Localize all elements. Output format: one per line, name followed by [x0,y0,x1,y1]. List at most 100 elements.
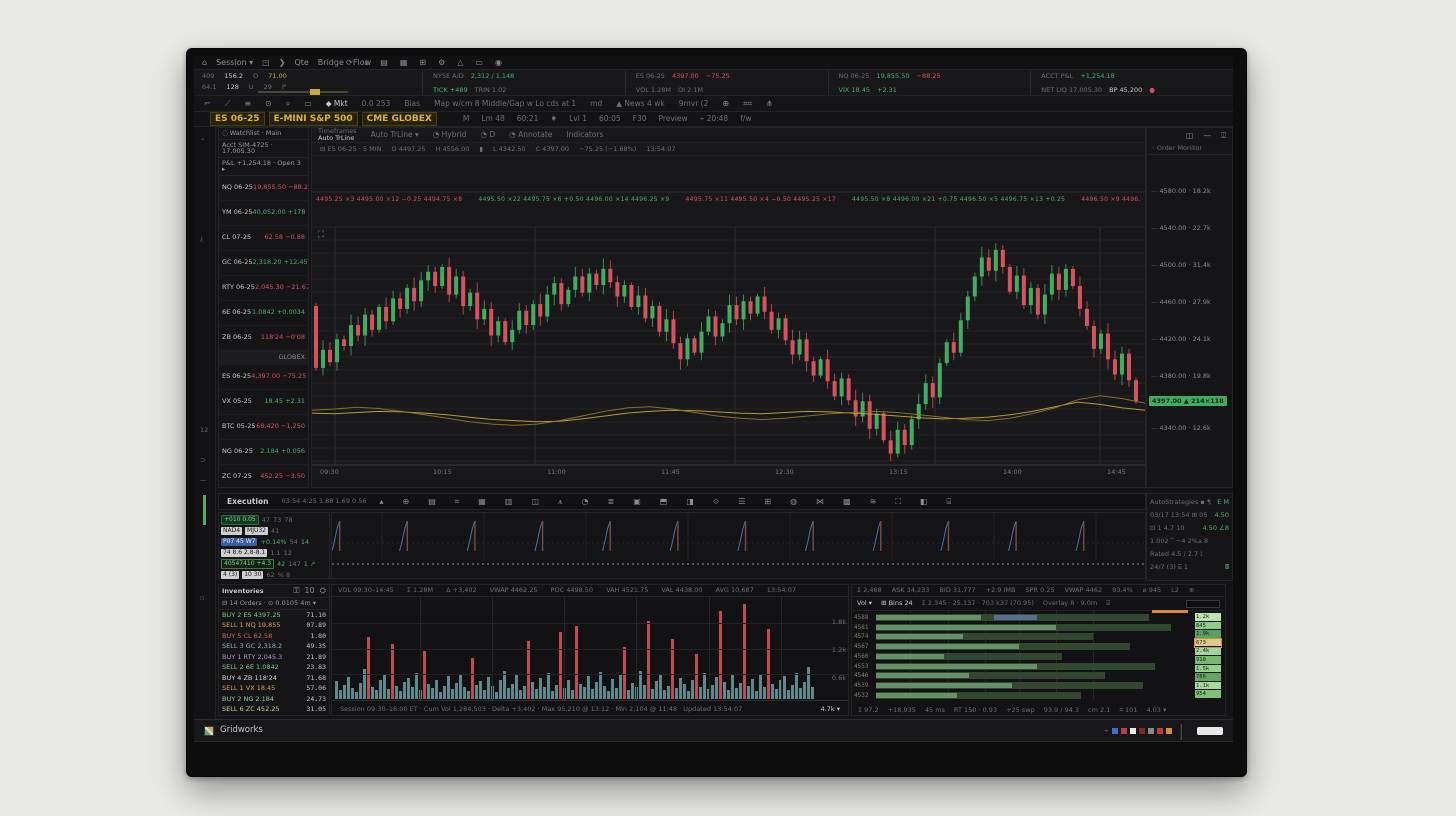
toolbar-icon[interactable]: ≋ [870,497,877,506]
toolbar-icon[interactable]: ☰ [738,497,745,506]
record-icon[interactable]: ◉ [495,58,502,68]
symbol-title-chunk[interactable]: E-MINI S&P 500 [269,112,358,126]
levels-tool-icon[interactable]: ≡ [244,100,251,108]
order-row[interactable]: SELL 2 6E 1.084223.83 [219,662,329,673]
orders-header-icon[interactable]: ⚿ [293,587,299,595]
chart-tool-icon[interactable]: ⛶ [318,230,324,240]
toolbar-icon[interactable]: ⌸ [946,497,951,507]
toolbar-icon[interactable]: ⟐ [713,497,719,507]
watchlist-row[interactable]: NQ 06-2519,855.50 −88.25 [219,176,308,201]
signal-row[interactable]: 4 (3)10 3062% 8 [221,570,327,580]
watchlist-row[interactable]: CL 07-2562.58 −0.88 [219,226,308,251]
strategy-row[interactable]: ⊡ 1 4.7 104.50 ∠8 [1150,522,1229,535]
menu-bridge[interactable]: Bridge [318,59,344,67]
rail-glyph[interactable]: ⊃ [200,457,205,464]
signal-row[interactable]: 40547410 +4.3421471 ↗ [221,559,327,569]
toolbar-icon[interactable]: ◔ [582,497,589,506]
toolbar-icon[interactable]: ▤ [428,497,436,506]
toolbar-icon[interactable]: ⩚ [558,497,563,507]
watchlist-row[interactable]: YM 06-2540,052.00 +178 [219,201,308,226]
slider-handle[interactable] [310,89,320,95]
watchlist-meta[interactable]: P&L +1,254.18 · Open 3 ▸ [219,158,308,176]
watchlist-row[interactable]: GC 06-252,318.20 +12.45 [219,251,308,276]
toolbar-icon[interactable]: ⋈ [816,497,824,506]
tick-chart-panel[interactable] [331,512,1146,579]
signal-row[interactable]: +010 0.05477378 [221,515,327,525]
price-panel-icon[interactable]: — [1203,131,1211,141]
home-icon[interactable]: ⌂ [202,59,207,67]
watchlist-title[interactable]: ◌ Watchlist · Main [219,128,308,140]
layout-icon[interactable]: ◳ [262,59,270,67]
quote-block-0[interactable]: NYSE A/D2,312 / 1,148TICK +489TRIN 1.02 [422,70,625,95]
depth-control[interactable]: ⊞ Bins 24 [881,600,913,607]
dom-ladder-cell[interactable]: 673 [1195,639,1221,648]
rail-glyph[interactable]: ▫ [200,595,204,602]
download-icon[interactable]: ⤓ [365,58,369,68]
order-row[interactable]: BUY 5 CL 62.581.80 [219,631,329,642]
strategy-row[interactable]: AutoStrategies ▪ ¶E M [1150,496,1229,509]
zoom-tool-icon[interactable]: ⌕ [286,100,290,108]
toolbar-icon[interactable]: ⛶ [895,497,901,507]
left-rail[interactable]: ⌄¿12⊃—▫ [194,127,216,719]
rail-glyph[interactable]: ¿ [200,235,203,242]
orders-subheader[interactable]: ⊟ 14 Orders · ⊙ 0.0105 4m ▾ [219,598,329,610]
depth-plot[interactable]: 1.2k8451.9k6732.4k9181.5k7861.1k954 4588… [852,611,1225,703]
chart-tab[interactable]: Indicators [566,131,603,139]
settings-icon[interactable]: ⚙ [438,58,445,68]
orders-header-icon[interactable]: ⛭ [320,587,326,595]
depth-range-input[interactable] [1186,600,1220,608]
box-tool-icon[interactable]: ▭ [304,100,312,108]
volume-slider[interactable] [258,91,348,93]
signal-row[interactable]: 74 8.6 2.8-8.11.112 [221,548,327,558]
status-pill[interactable] [1197,727,1223,735]
order-row[interactable]: BUY 4 ZB 118'2471.68 [219,673,329,684]
toolbar-icon[interactable]: ◨ [686,497,694,506]
dom-ladder-cell[interactable]: 954 [1195,690,1221,699]
dom-ladder-cell[interactable]: 786 [1195,673,1221,682]
depth-control[interactable]: Vol ▾ [857,600,872,607]
order-row[interactable]: SELL 1 VX 18.4557.06 [219,683,329,694]
select-tool-icon[interactable]: ⌐ [204,100,211,108]
dom-ladder-cell[interactable]: 1.9k [1195,630,1221,639]
order-row[interactable]: SELL 6 ZC 452.2531.05 [219,704,329,715]
strategy-row[interactable]: 1.002 ‾ −4 2%a 8 [1150,535,1229,548]
depth-row[interactable] [876,692,1186,699]
strategy-row[interactable]: Rated 4.5 / 2.7 ⟟ [1150,548,1229,561]
toolbar-icon[interactable]: ◫ [531,497,539,506]
grid-toggle-icon[interactable]: ⌗⌗ [743,100,752,108]
mode-label[interactable]: md [590,100,602,108]
toolbar-icon[interactable]: ◧ [920,497,928,506]
depth-row[interactable] [876,633,1186,640]
orders-header-icon[interactable]: 10 [304,587,314,595]
depth-row[interactable] [876,672,1186,679]
toolbar-icon[interactable]: ⊞ [764,497,771,506]
chart-tab[interactable]: Auto TrLine ▾ [371,131,419,139]
toolbar-icon[interactable]: ⊕ [403,497,410,506]
market-mode[interactable]: ◆ Mkt [326,100,348,108]
toolbar-icon[interactable]: ▣ [633,497,641,506]
order-row[interactable]: BUY 2 NG 2.18424.73 [219,694,329,705]
depth-control[interactable]: ⌸ [1106,600,1110,607]
chart-tab[interactable]: ◔ D [480,131,495,139]
toolbar-icon[interactable]: ≣ [607,497,614,506]
watchlist-row[interactable]: RTY 06-252,045.30 −21.67 [219,276,308,301]
strategy-row[interactable]: 24/7 (3) ⌸ 1🖩 [1150,561,1229,574]
menu-quotes[interactable]: Qte [294,59,308,67]
dom-ladder-cell[interactable]: 2.4k [1195,647,1221,656]
depth-row[interactable] [876,653,1186,660]
price-panel-icon[interactable]: ◫ [1186,131,1194,141]
signal-row[interactable]: NAD4MJU3241 [221,526,327,536]
tick-counter[interactable]: 0.0 253 [362,100,391,108]
rail-glyph[interactable]: — [200,477,207,484]
target-tool-icon[interactable]: ⊙ [265,100,272,108]
dom-ladder-cell[interactable]: 1.2k [1195,613,1221,622]
depth-control[interactable]: Σ 2,345 · 25,137 · 703 k37 (70.95) [922,600,1034,607]
run-icon[interactable]: ❯ [279,59,286,67]
symbol-title-chunk[interactable]: ES 06-25 [210,112,265,126]
price-panel-label[interactable]: ◦ Order Monitor [1147,143,1232,155]
strategy-note[interactable]: Map w/cm 8 Middle/Gap w Lo cds at 1 [434,100,576,108]
session-menu[interactable]: Session ▾ [216,59,253,67]
chart-tab[interactable]: ◔ Hybrid [433,131,467,139]
list-icon[interactable]: ▤ [380,58,388,68]
order-row[interactable]: SELL 1 NQ 19,85507.89 [219,620,329,631]
